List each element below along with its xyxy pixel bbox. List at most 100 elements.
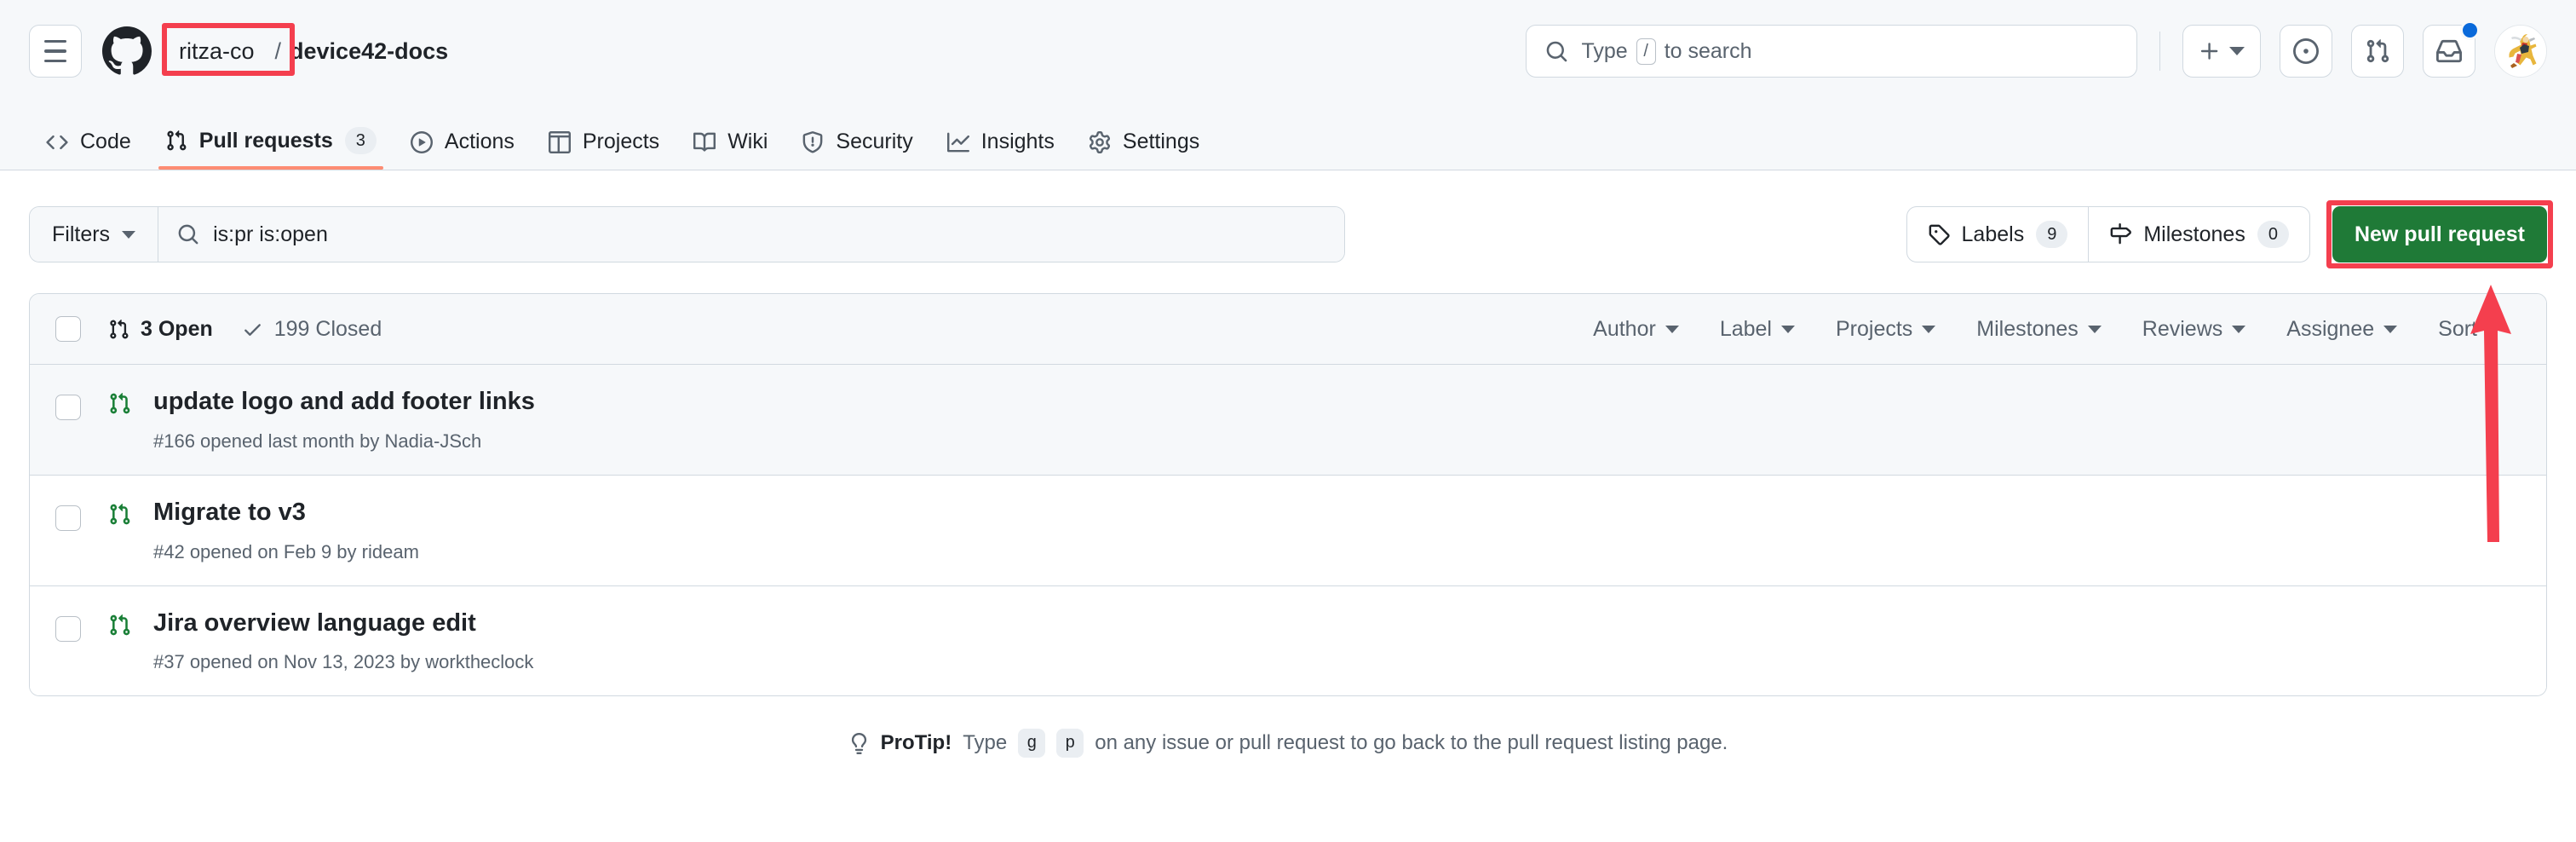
tab-settings[interactable]: Settings bbox=[1072, 130, 1216, 170]
pull-requests-button[interactable] bbox=[2351, 25, 2404, 78]
milestones-button[interactable]: Milestones 0 bbox=[2088, 207, 2309, 262]
pull-request-list: 3 Open 199 Closed Author Label Projects bbox=[29, 293, 2547, 696]
filter-label: Reviews bbox=[2142, 317, 2222, 342]
projects-filter[interactable]: Projects bbox=[1815, 317, 1956, 342]
open-count-label: 3 Open bbox=[141, 317, 213, 342]
row-content: Migrate to v3 #42 opened on Feb 9 by rid… bbox=[153, 498, 419, 563]
select-all-checkbox[interactable] bbox=[55, 316, 81, 342]
tab-label: Security bbox=[836, 130, 912, 154]
filter-label: Author bbox=[1593, 317, 1656, 342]
pr-search-value: is:pr is:open bbox=[213, 222, 328, 247]
breadcrumb-repo[interactable]: device42-docs bbox=[290, 38, 448, 65]
global-header: ritza-co / device42-docs Type / to searc… bbox=[0, 0, 2576, 102]
tab-insights[interactable]: Insights bbox=[930, 130, 1072, 170]
tab-label: Wiki bbox=[727, 130, 768, 154]
table-row[interactable]: Migrate to v3 #42 opened on Feb 9 by rid… bbox=[30, 476, 2546, 586]
tab-wiki[interactable]: Wiki bbox=[676, 130, 785, 170]
row-checkbox[interactable] bbox=[55, 395, 81, 420]
breadcrumb-separator: / bbox=[270, 38, 287, 65]
pr-search-input[interactable]: is:pr is:open bbox=[158, 207, 1344, 262]
pull-request-title[interactable]: Jira overview language edit bbox=[153, 608, 533, 638]
row-checkbox[interactable] bbox=[55, 505, 81, 531]
play-icon bbox=[411, 131, 433, 153]
tab-pull-requests[interactable]: Pull requests 3 bbox=[148, 127, 394, 170]
protip-type-word: Type bbox=[963, 731, 1007, 755]
labels-count: 9 bbox=[2036, 221, 2067, 248]
notifications-button[interactable] bbox=[2423, 25, 2475, 78]
git-pull-request-icon bbox=[2365, 38, 2390, 64]
table-icon bbox=[549, 131, 571, 153]
git-pull-request-icon bbox=[108, 503, 131, 530]
breadcrumb: ritza-co / device42-docs bbox=[164, 33, 448, 70]
chevron-down-icon bbox=[1781, 326, 1795, 333]
tab-actions[interactable]: Actions bbox=[394, 130, 532, 170]
plus-icon bbox=[2199, 40, 2221, 62]
search-placeholder-pre: Type bbox=[1582, 39, 1628, 64]
filter-bar: Filters is:pr is:open Labels 9 Milestone… bbox=[29, 206, 2547, 262]
milestone-icon bbox=[2109, 223, 2131, 245]
pull-request-meta: #37 opened on Nov 13, 2023 by worktheclo… bbox=[153, 651, 533, 673]
closed-count-label: 199 Closed bbox=[274, 317, 382, 342]
protip: ProTip! Type g p on any issue or pull re… bbox=[29, 729, 2547, 758]
tab-security[interactable]: Security bbox=[785, 130, 929, 170]
row-content: update logo and add footer links #166 op… bbox=[153, 387, 535, 453]
git-pull-request-icon bbox=[108, 319, 129, 340]
tab-label: Actions bbox=[445, 130, 515, 154]
tab-code[interactable]: Code bbox=[29, 130, 148, 170]
tab-projects[interactable]: Projects bbox=[532, 130, 676, 170]
header-divider bbox=[2159, 32, 2161, 71]
table-row[interactable]: Jira overview language edit #37 opened o… bbox=[30, 586, 2546, 696]
protip-key-g: g bbox=[1018, 729, 1045, 758]
pull-request-meta: #166 opened last month by Nadia-JSch bbox=[153, 430, 535, 453]
chevron-down-icon bbox=[1665, 326, 1679, 333]
filter-label: Sort bbox=[2438, 317, 2477, 342]
label-filter[interactable]: Label bbox=[1699, 317, 1815, 342]
issues-button[interactable] bbox=[2280, 25, 2332, 78]
search-placeholder-post: to search bbox=[1665, 39, 1752, 64]
author-filter[interactable]: Author bbox=[1573, 317, 1699, 342]
list-filter-dropdowns: Author Label Projects Milestones Reviews… bbox=[1573, 317, 2521, 342]
state-filters: 3 Open 199 Closed bbox=[108, 317, 382, 342]
tab-label: Pull requests bbox=[199, 129, 333, 153]
open-state-filter[interactable]: 3 Open bbox=[108, 317, 213, 342]
chevron-down-icon bbox=[2232, 326, 2245, 333]
labels-button[interactable]: Labels 9 bbox=[1907, 207, 2089, 262]
tag-icon bbox=[1928, 223, 1950, 245]
hamburger-menu-icon[interactable] bbox=[29, 25, 82, 78]
filters-dropdown-button[interactable]: Filters bbox=[30, 207, 158, 262]
create-new-button[interactable] bbox=[2182, 25, 2261, 78]
search-icon bbox=[177, 223, 199, 245]
filter-bar-actions: Labels 9 Milestones 0 New pull request bbox=[1906, 206, 2547, 262]
breadcrumb-owner[interactable]: ritza-co bbox=[164, 33, 270, 70]
filter-label: Label bbox=[1720, 317, 1772, 342]
closed-state-filter[interactable]: 199 Closed bbox=[242, 317, 382, 342]
search-input[interactable]: Type / to search bbox=[1526, 25, 2137, 78]
chevron-down-icon bbox=[1922, 326, 1935, 333]
git-pull-request-icon bbox=[108, 392, 131, 419]
chevron-down-icon bbox=[2088, 326, 2102, 333]
reviews-filter[interactable]: Reviews bbox=[2122, 317, 2266, 342]
filter-label: Projects bbox=[1836, 317, 1912, 342]
milestones-label: Milestones bbox=[2143, 222, 2245, 247]
protip-prefix: ProTip! bbox=[881, 731, 952, 755]
row-content: Jira overview language edit #37 opened o… bbox=[153, 608, 533, 674]
github-logo-icon[interactable] bbox=[102, 26, 152, 76]
chevron-down-icon bbox=[2487, 326, 2500, 333]
avatar[interactable] bbox=[2494, 25, 2547, 78]
milestones-filter[interactable]: Milestones bbox=[1956, 317, 2122, 342]
filter-label: Assignee bbox=[2286, 317, 2374, 342]
sort-filter[interactable]: Sort bbox=[2418, 317, 2521, 342]
assignee-filter[interactable]: Assignee bbox=[2266, 317, 2418, 342]
new-pull-request-button[interactable]: New pull request bbox=[2332, 206, 2547, 262]
shield-icon bbox=[802, 131, 824, 153]
header-actions: Type / to search bbox=[1526, 25, 2548, 78]
code-icon bbox=[46, 131, 68, 153]
row-checkbox[interactable] bbox=[55, 616, 81, 642]
new-pull-request-wrapper: New pull request bbox=[2332, 206, 2547, 262]
repo-nav: Code Pull requests 3 Actions Projects Wi… bbox=[0, 102, 2576, 170]
tab-label: Code bbox=[80, 130, 131, 154]
labels-label: Labels bbox=[1962, 222, 2025, 247]
table-row[interactable]: update logo and add footer links #166 op… bbox=[30, 365, 2546, 476]
pull-request-title[interactable]: update logo and add footer links bbox=[153, 387, 535, 417]
pull-request-title[interactable]: Migrate to v3 bbox=[153, 498, 419, 528]
